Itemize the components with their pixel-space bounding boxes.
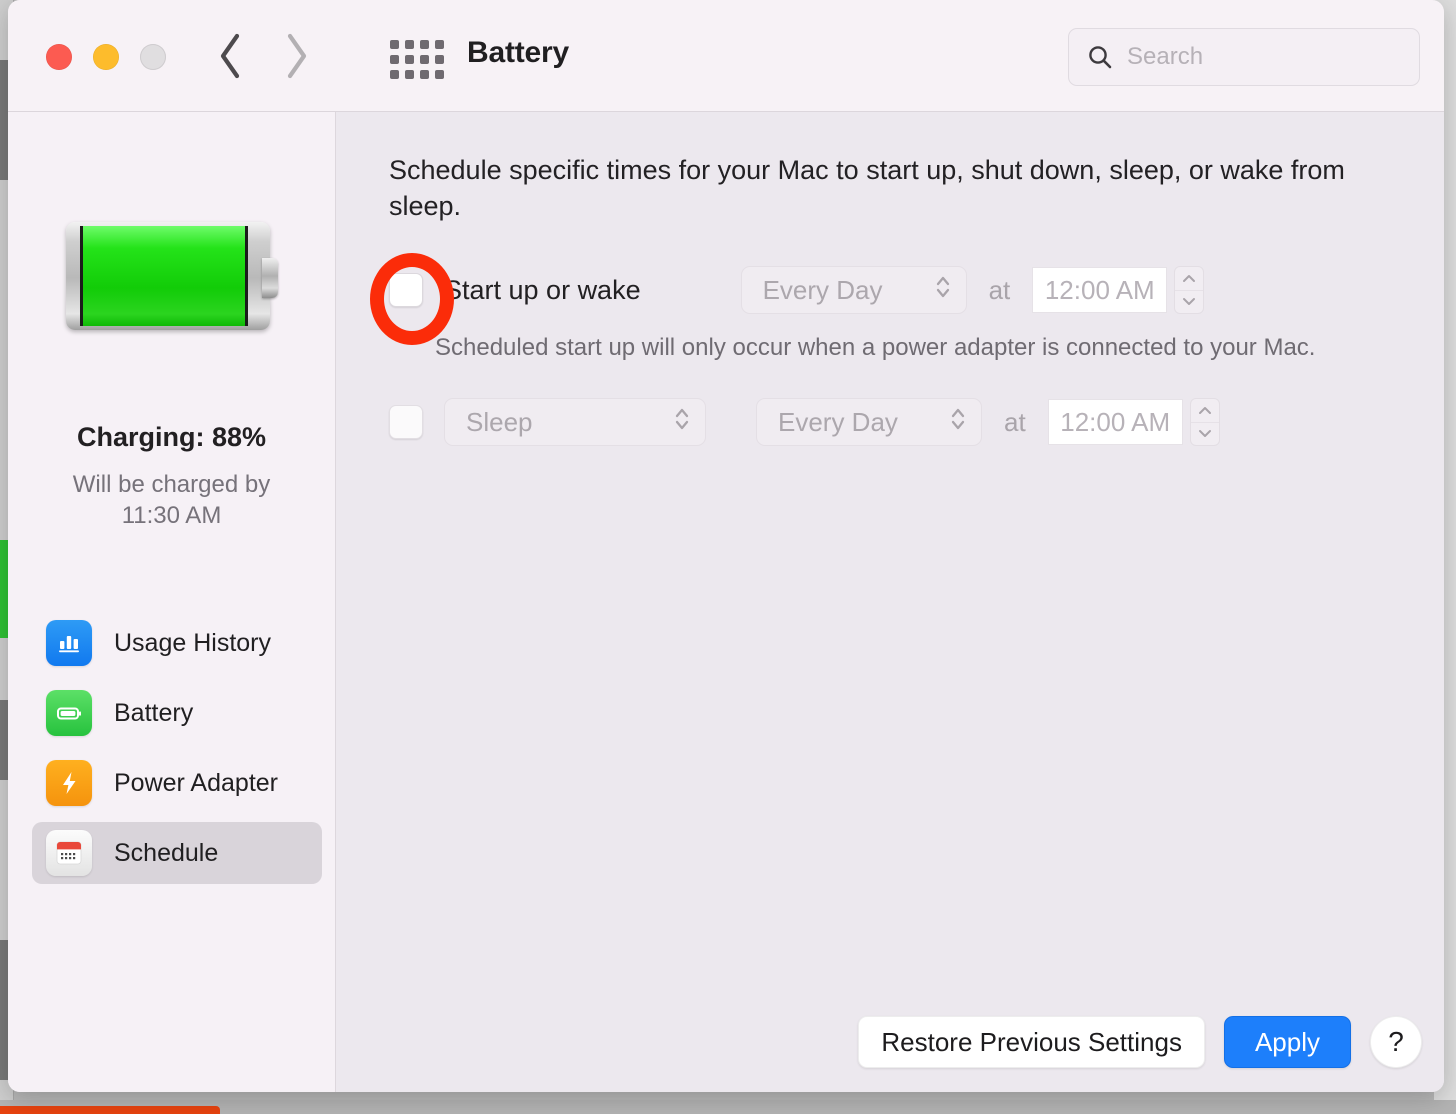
zoom-button: [140, 44, 166, 70]
sidebar-item-label: Power Adapter: [114, 768, 278, 797]
schedule-description: Schedule specific times for your Mac to …: [389, 155, 1345, 221]
window-toolbar: Battery Search: [8, 0, 1444, 112]
search-field[interactable]: Search: [1068, 28, 1420, 86]
battery-icon: [46, 690, 92, 736]
chevron-left-icon: [220, 33, 240, 79]
scheduled-startup-note: Scheduled start up will only occur when …: [435, 334, 1316, 361]
startup-or-wake-checkbox[interactable]: [389, 273, 423, 307]
charge-detail-line-1: Will be charged by: [72, 471, 271, 498]
sidebar-item-usage-history[interactable]: Usage History: [32, 612, 322, 674]
traffic-lights: [46, 44, 166, 70]
charge-status: Charging: 88%: [76, 422, 267, 452]
chevron-right-icon: [287, 33, 307, 79]
power-adapter-icon: [46, 760, 92, 806]
help-button[interactable]: ?: [1370, 1016, 1422, 1068]
sidebar-item-power-adapter[interactable]: Power Adapter: [32, 752, 322, 814]
sleep-action-select[interactable]: Sleep: [444, 398, 706, 446]
apply-button[interactable]: Apply: [1223, 1016, 1351, 1068]
sleep-time-stepper[interactable]: [1189, 398, 1220, 446]
restore-previous-settings-button[interactable]: Restore Previous Settings: [858, 1016, 1205, 1068]
charge-detail: Will be charged by 11:30 AM: [8, 469, 335, 531]
startup-at-label: at: [988, 274, 1011, 305]
sleep-frequency-select[interactable]: Every Day: [756, 398, 982, 446]
search-placeholder: Search: [1127, 43, 1204, 70]
sidebar-item-schedule[interactable]: Schedule: [32, 822, 322, 884]
sleep-checkbox[interactable]: [389, 405, 423, 439]
battery-preferences-window: Battery Search Charging: 88% Will be cha…: [8, 0, 1444, 1092]
sidebar-item-battery[interactable]: Battery: [32, 682, 322, 744]
background-green-sliver: [0, 540, 8, 638]
sleep-action-value: Sleep: [466, 406, 533, 437]
sleep-row: Sleep Every Day at 12:00 AM: [389, 396, 1220, 448]
chevron-updown-icon: [673, 405, 691, 440]
sleep-time-field[interactable]: 12:00 AM: [1047, 399, 1183, 445]
startup-or-wake-row: Start up or wake Every Day at 12:00 AM: [389, 264, 1205, 316]
chevron-updown-icon: [934, 273, 952, 308]
startup-time-field[interactable]: 12:00 AM: [1032, 267, 1168, 313]
sidebar: Charging: 88% Will be charged by 11:30 A…: [8, 112, 336, 1092]
sidebar-nav: Usage History Battery Power Adapter Sche…: [32, 612, 322, 892]
forward-button[interactable]: [282, 30, 310, 82]
main-content: Schedule specific times for your Mac to …: [336, 112, 1444, 1092]
sidebar-item-label: Schedule: [114, 838, 219, 867]
stepper-down-icon[interactable]: [1175, 289, 1204, 314]
sidebar-item-label: Battery: [114, 698, 194, 727]
startup-frequency-select[interactable]: Every Day: [740, 266, 967, 314]
sidebar-item-label: Usage History: [114, 628, 271, 657]
apps-grid-icon[interactable]: [390, 40, 444, 79]
sleep-frequency-value: Every Day: [778, 406, 898, 437]
stepper-down-icon[interactable]: [1190, 421, 1219, 446]
page-title: Battery: [467, 36, 569, 69]
startup-frequency-value: Every Day: [762, 274, 883, 305]
battery-full-icon: [65, 222, 278, 330]
minimize-button[interactable]: [93, 44, 119, 70]
footer-buttons: Restore Previous Settings Apply ?: [858, 1016, 1422, 1068]
search-icon: [1087, 44, 1113, 70]
usage-history-icon: [46, 620, 92, 666]
stepper-up-icon[interactable]: [1175, 267, 1203, 290]
window-body: Charging: 88% Will be charged by 11:30 A…: [8, 112, 1444, 1092]
startup-or-wake-label: Start up or wake: [444, 274, 641, 305]
chevron-updown-icon: [949, 405, 967, 440]
close-button[interactable]: [46, 44, 72, 70]
charge-detail-line-2: 11:30 AM: [121, 502, 222, 529]
navigation-arrows: [216, 30, 310, 82]
stepper-up-icon[interactable]: [1191, 399, 1219, 422]
back-button[interactable]: [216, 30, 244, 82]
sleep-at-label: at: [1004, 406, 1026, 437]
calendar-icon: [46, 830, 92, 876]
background-red-bar: [0, 1106, 220, 1114]
startup-time-stepper[interactable]: [1174, 266, 1205, 314]
